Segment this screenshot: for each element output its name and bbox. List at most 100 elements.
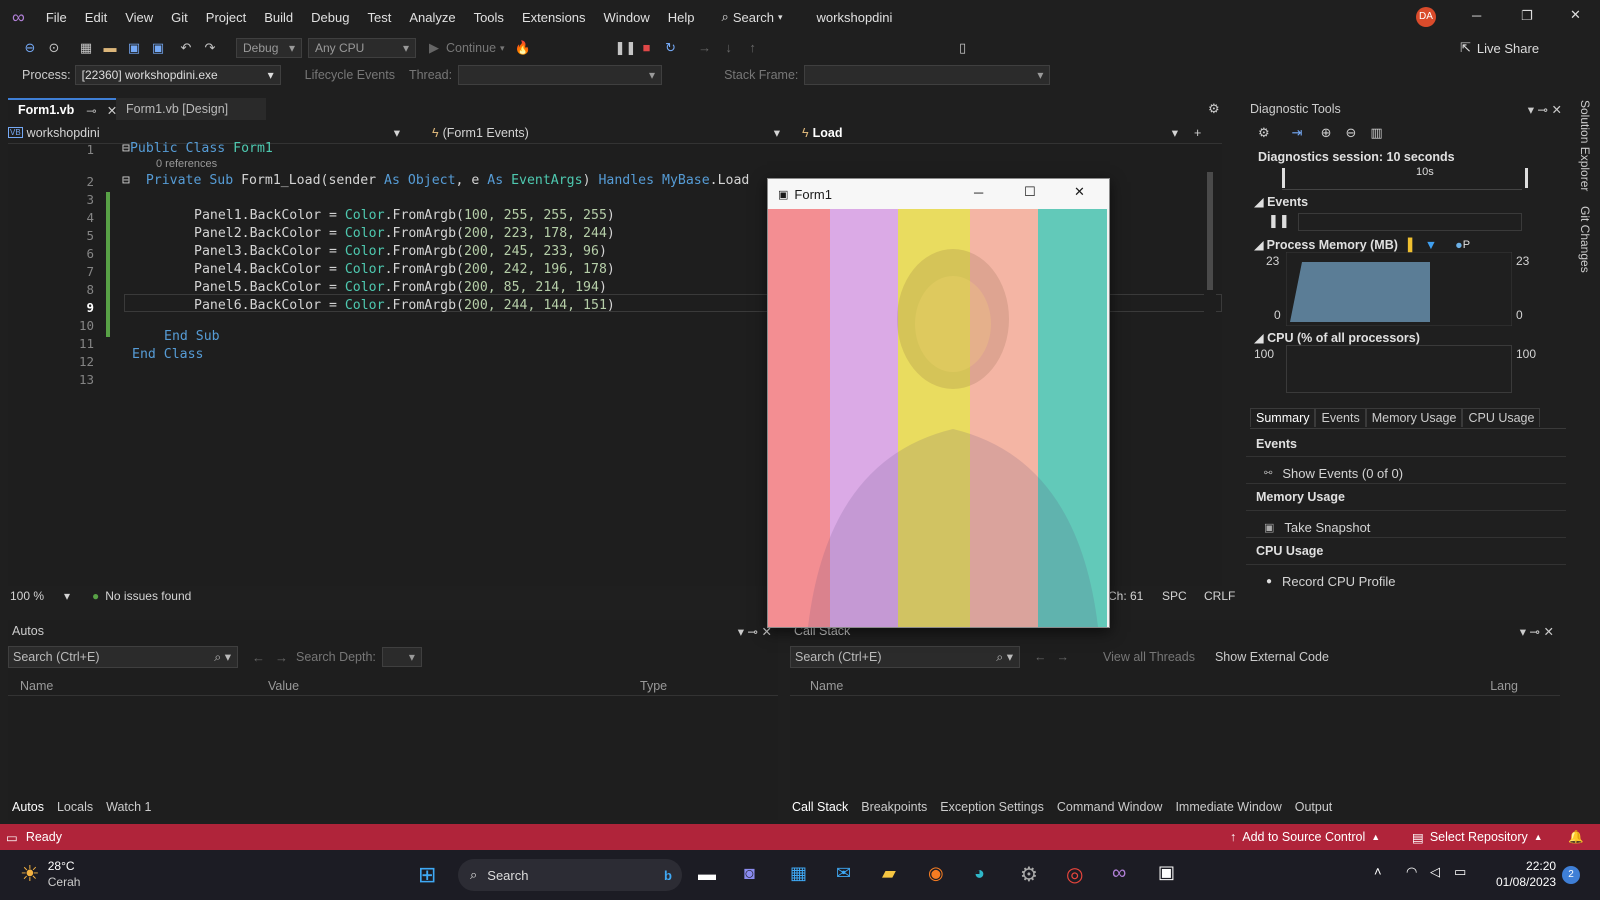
close-icon[interactable]: ✕ bbox=[1074, 184, 1085, 200]
forward-icon[interactable]: ⊙ bbox=[46, 40, 62, 56]
teams-icon[interactable]: ◙ bbox=[744, 863, 755, 884]
code-references[interactable]: 0 references bbox=[156, 158, 217, 170]
tab-locals[interactable]: Locals bbox=[57, 800, 93, 814]
play-icon[interactable]: ▶ bbox=[426, 40, 442, 56]
tab-list-icon[interactable]: ⚙ bbox=[1208, 101, 1220, 117]
file-explorer-icon[interactable]: ▰ bbox=[882, 863, 896, 884]
start-icon[interactable]: ⊞ bbox=[418, 862, 436, 888]
save-icon[interactable]: ▣ bbox=[126, 40, 142, 56]
events-dropdown[interactable]: ϟ (Form1 Events) ▾ bbox=[408, 125, 788, 141]
break-all-icon[interactable]: ❚❚ bbox=[615, 40, 637, 56]
memory-section[interactable]: ◢ Process Memory (MB) ▌ ▼ ● P bbox=[1246, 237, 1566, 253]
take-snapshot-link[interactable]: ▣ Take Snapshot bbox=[1246, 511, 1566, 537]
tab-form1-design[interactable]: Form1.vb [Design] bbox=[116, 98, 266, 120]
close-panel-icon[interactable]: ✕ bbox=[1544, 625, 1554, 639]
close-icon[interactable]: ✕ bbox=[1570, 7, 1581, 23]
search-depth-dropdown[interactable]: ▾ bbox=[381, 647, 422, 667]
export-icon[interactable]: ⇥ bbox=[1292, 125, 1303, 141]
stack-frame-dropdown[interactable]: ▾ bbox=[804, 65, 1051, 85]
tab-command-window[interactable]: Command Window bbox=[1057, 800, 1163, 814]
notification-badge[interactable]: 2 bbox=[1562, 866, 1580, 884]
save-all-icon[interactable]: ▣ bbox=[150, 40, 166, 56]
menu-item-build[interactable]: Build bbox=[255, 10, 302, 25]
pin-icon[interactable]: ⊸ bbox=[86, 103, 96, 118]
pin-icon[interactable]: ⊸ bbox=[1538, 103, 1548, 117]
menu-item-project[interactable]: Project bbox=[197, 10, 255, 25]
view-all-threads-button[interactable]: View all Threads bbox=[1103, 650, 1195, 664]
dropdown-icon[interactable]: ▾ bbox=[738, 625, 744, 639]
tab-exception-settings[interactable]: Exception Settings bbox=[940, 800, 1044, 814]
weather-widget[interactable]: ☀ 28°C Cerah bbox=[20, 858, 80, 890]
menu-item-debug[interactable]: Debug bbox=[302, 10, 358, 25]
form1-title-bar[interactable]: ▣ Form1 ─ ☐ ✕ bbox=[768, 179, 1109, 209]
battery-icon[interactable]: ▭ bbox=[1454, 864, 1466, 880]
timeline-ruler[interactable]: 10s bbox=[1282, 166, 1528, 190]
step-over-icon[interactable]: ↓ bbox=[721, 40, 737, 56]
search-button[interactable]: ⌕ Search ▾ bbox=[722, 9, 783, 25]
tab-autos[interactable]: Autos bbox=[12, 800, 44, 814]
add-source-control-button[interactable]: ↑ Add to Source Control ▲ bbox=[1230, 830, 1380, 844]
line-endings[interactable]: CRLF bbox=[1204, 589, 1235, 603]
stop-icon[interactable]: ■ bbox=[639, 40, 655, 56]
back-icon[interactable]: ← bbox=[252, 650, 265, 665]
spacing[interactable]: SPC bbox=[1162, 589, 1187, 603]
visual-studio-icon[interactable]: ∞ bbox=[1112, 862, 1126, 885]
cpu-section[interactable]: ◢ CPU (% of all processors) bbox=[1246, 330, 1566, 345]
tab-breakpoints[interactable]: Breakpoints bbox=[861, 800, 927, 814]
split-icon[interactable]: + bbox=[1194, 126, 1201, 140]
menu-item-window[interactable]: Window bbox=[595, 10, 659, 25]
forward-icon[interactable]: → bbox=[275, 650, 288, 665]
diag-tab-summary[interactable]: Summary bbox=[1250, 408, 1316, 427]
zoom-out-icon[interactable]: ⊖ bbox=[1345, 125, 1356, 141]
issues-status[interactable]: No issues found bbox=[105, 589, 191, 603]
config-dropdown[interactable]: Debug ▾ bbox=[236, 38, 302, 58]
events-section[interactable]: ◢ Events bbox=[1246, 194, 1566, 209]
wifi-icon[interactable]: ◠ bbox=[1406, 864, 1417, 880]
store-icon[interactable]: ▦ bbox=[790, 863, 807, 884]
diag-tab-events[interactable]: Events bbox=[1315, 408, 1366, 427]
menu-item-tools[interactable]: Tools bbox=[465, 10, 513, 25]
minimize-icon[interactable]: ─ bbox=[1472, 8, 1481, 23]
forward-icon[interactable]: → bbox=[1057, 650, 1070, 664]
diag-tab-memory-usage[interactable]: Memory Usage bbox=[1365, 408, 1463, 427]
form-app-icon[interactable]: ▣ bbox=[1158, 862, 1175, 883]
edge-icon[interactable]: ◕ bbox=[974, 863, 985, 884]
undo-icon[interactable]: ↶ bbox=[178, 40, 194, 56]
menu-item-edit[interactable]: Edit bbox=[76, 10, 116, 25]
menu-item-git[interactable]: Git bbox=[162, 10, 197, 25]
tab-output[interactable]: Output bbox=[1295, 800, 1333, 814]
menu-item-file[interactable]: File bbox=[37, 10, 76, 25]
autos-search-input[interactable]: Search (Ctrl+E) ⌕ ▾ bbox=[8, 646, 238, 668]
settings-icon[interactable]: ⚙ bbox=[1258, 125, 1270, 141]
project-dropdown[interactable]: VB workshopdini ▾ bbox=[8, 125, 408, 140]
form1-window[interactable]: ▣ Form1 ─ ☐ ✕ bbox=[767, 178, 1110, 628]
pin-icon[interactable]: ⊸ bbox=[748, 625, 758, 639]
lifecycle-events-button[interactable]: Lifecycle Events bbox=[305, 68, 395, 82]
notification-bell-icon[interactable]: 🔔 bbox=[1568, 830, 1584, 845]
step-into-icon[interactable]: → bbox=[697, 40, 713, 56]
close-panel-icon[interactable]: ✕ bbox=[1552, 103, 1562, 117]
menu-item-test[interactable]: Test bbox=[358, 10, 400, 25]
mail-icon[interactable]: ✉ bbox=[836, 863, 851, 884]
user-avatar[interactable]: DA bbox=[1416, 7, 1436, 27]
reset-view-icon[interactable]: ▥ bbox=[1370, 125, 1382, 141]
maximize-icon[interactable]: ☐ bbox=[1024, 184, 1036, 200]
redo-icon[interactable]: ↷ bbox=[202, 40, 218, 56]
firefox-icon[interactable]: ◉ bbox=[928, 863, 944, 884]
bookmark-icon[interactable]: ▯ bbox=[955, 40, 971, 56]
dropdown-icon[interactable]: ▾ bbox=[1528, 103, 1534, 117]
new-project-icon[interactable]: ▦ bbox=[78, 40, 94, 56]
side-tab-git-changes[interactable]: Git Changes bbox=[1572, 206, 1592, 276]
task-view-icon[interactable]: ▬ bbox=[698, 864, 716, 885]
step-out-icon[interactable]: ↑ bbox=[745, 40, 761, 56]
record-cpu-link[interactable]: ● Record CPU Profile bbox=[1246, 565, 1566, 591]
minimize-icon[interactable]: ─ bbox=[974, 185, 983, 200]
chrome-icon[interactable]: ◎ bbox=[1066, 862, 1083, 887]
callstack-search-input[interactable]: Search (Ctrl+E) ⌕ ▾ bbox=[790, 646, 1020, 668]
pin-icon[interactable]: ⊸ bbox=[1530, 625, 1540, 639]
tab-watch-1[interactable]: Watch 1 bbox=[106, 800, 151, 814]
back-icon[interactable]: ⊖ bbox=[22, 40, 38, 56]
menu-item-help[interactable]: Help bbox=[659, 10, 704, 25]
continue-button[interactable]: Continue bbox=[446, 41, 496, 55]
clock[interactable]: 22:20 01/08/2023 bbox=[1496, 858, 1556, 890]
